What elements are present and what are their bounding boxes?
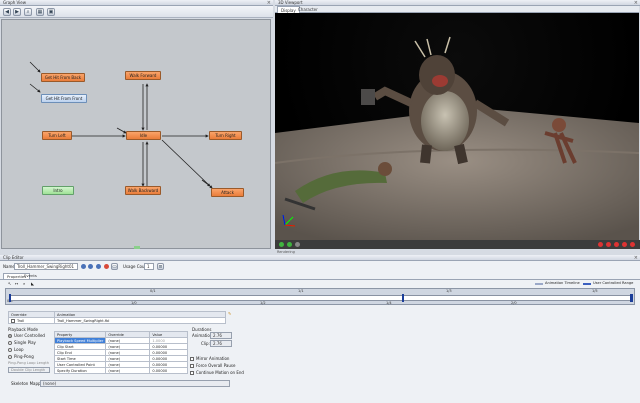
node-turn-left[interactable]: Turn Left [42, 131, 72, 140]
next-icon[interactable] [88, 264, 93, 269]
playback-option-user-controlled[interactable]: User Controlled [8, 333, 45, 338]
clip-range-icon[interactable]: ◣ [31, 281, 34, 286]
radio-icon[interactable] [8, 334, 12, 338]
viewport-title: 3D Viewport [278, 0, 303, 5]
skeleton-mapping-field[interactable]: (none) [40, 380, 230, 387]
refresh-icon[interactable] [287, 242, 292, 247]
property-value[interactable]: 0.00000 [149, 367, 188, 374]
record-icon[interactable] [598, 242, 603, 247]
playback-mode-title: Playback Mode [8, 327, 39, 332]
mirror-animation-checkbox[interactable] [190, 357, 194, 361]
graph-view-title: Graph View [3, 0, 27, 5]
3d-scene[interactable] [275, 13, 639, 240]
overrides-table: Override Animation Troll Troll_Hammer_Sw… [8, 311, 226, 324]
durations-title: Durations [192, 327, 212, 332]
animation-timeline-legend: Animation Timeline [545, 281, 580, 285]
animation-timeline-swatch [535, 283, 543, 285]
playback-option-single-play[interactable]: Single Play [8, 340, 36, 345]
node-turn-right[interactable]: Turn Right [209, 131, 242, 140]
overrides-row-override[interactable]: Troll [8, 317, 55, 324]
back-icon[interactable]: ◀ [3, 8, 11, 16]
mirror-animation-label: Mirror Animation [196, 356, 230, 361]
playback-option-ping-pong[interactable]: Ping-Pong [8, 354, 34, 359]
duration-clip-label: Clip: [201, 341, 210, 346]
tick-label: 1/1 [298, 289, 304, 293]
overrides-row-animation[interactable]: Troll_Hammer_SwingRight.fbl [54, 317, 226, 324]
stop-icon[interactable] [295, 242, 300, 247]
tab-divider [0, 279, 640, 280]
force-overall-pause-checkbox[interactable] [190, 364, 194, 368]
tick-label: 1/0 [131, 301, 137, 305]
ping-pong-length-label: Ping-Pong Loop Length [8, 361, 50, 365]
timeline-end-marker[interactable] [630, 294, 633, 302]
property-override[interactable]: (none) [105, 367, 151, 374]
clip-name-field[interactable]: Troll_Hammer_SwingRight01 [14, 263, 78, 270]
scene-render [275, 36, 639, 240]
open-clip-icon[interactable] [96, 264, 101, 269]
tick-label: 0/1 [150, 289, 156, 293]
state-graph-canvas[interactable]: Get Hit From Back Get Hit From Front Wal… [1, 19, 271, 249]
node-idle[interactable]: Idle [126, 131, 161, 140]
node-walk-backward[interactable]: Walk Backward [125, 186, 161, 195]
tick-label: 1/5 [592, 289, 598, 293]
pointer-icon[interactable]: ↖ [8, 281, 11, 286]
radio-icon[interactable] [8, 355, 12, 359]
playhead-marker[interactable] [402, 294, 404, 302]
previous-icon[interactable] [81, 264, 86, 269]
camera-icon[interactable] [630, 242, 635, 247]
resize-grip-icon[interactable] [134, 246, 140, 249]
radio-icon[interactable] [8, 348, 12, 352]
move-icon[interactable]: ↔ [15, 281, 18, 286]
tick-label: 1/4 [386, 301, 392, 305]
properties-table: Property Override Value Playback Speed M… [53, 331, 188, 374]
zoom-icon[interactable]: ⌕ [24, 8, 32, 16]
tick-label: 1/3 [446, 289, 452, 293]
property-name[interactable]: Specify Duration [53, 367, 107, 374]
node-get-hit-from-back[interactable]: Get Hit From Back [41, 73, 85, 82]
tick-label: 2/0 [511, 301, 517, 305]
tick-label: 1/2 [260, 301, 266, 305]
list-icon[interactable]: ≡ [157, 263, 164, 270]
save-icon[interactable]: ▣ [47, 8, 55, 16]
edit-override-icon[interactable]: ✎ [228, 311, 231, 316]
node-walk-forward[interactable]: Walk Forward [125, 71, 161, 80]
duration-clip-field: 2.76 [210, 340, 232, 347]
zoom-icon[interactable]: ⌕ [23, 281, 25, 286]
graph-toolbar: ◀ ▶ ⌕ ▦ ▣ [0, 6, 273, 18]
continue-motion-checkbox[interactable] [190, 371, 194, 375]
node-get-hit-from-front[interactable]: Get Hit From Front [41, 94, 87, 103]
table-row[interactable]: Specify Duration (none) 0.00000 [53, 367, 188, 374]
continue-motion-label: Continue Motion on End [196, 370, 244, 375]
tab-character[interactable]: Character [295, 6, 321, 13]
clip-editor-title: Clip Editor [3, 255, 24, 260]
delete-clip-icon[interactable] [104, 264, 109, 269]
viewport-controls-bar [275, 240, 640, 249]
override-checkbox[interactable] [11, 318, 15, 323]
play-icon[interactable] [279, 242, 284, 247]
copy-icon[interactable]: ▭ [111, 263, 118, 270]
playback-option-loop[interactable]: Loop [8, 347, 24, 352]
user-range-legend: User Controlled Range [593, 281, 634, 285]
usage-count-field: 1 [144, 263, 154, 270]
user-range-swatch [583, 283, 591, 285]
animation-timeline[interactable]: 0/0 0/1 1/0 1/1 1/2 1/3 1/4 1/5 2/0 [5, 288, 635, 305]
timeline-track[interactable] [9, 294, 633, 302]
ping-pong-length-select[interactable]: Double Clip Length [8, 367, 50, 373]
timeline-start-marker[interactable] [9, 294, 11, 302]
force-overall-pause-label: Force Overall Pause [196, 363, 236, 368]
settings-icon[interactable] [622, 242, 627, 247]
node-attack[interactable]: Attack [211, 188, 244, 197]
forward-icon[interactable]: ▶ [13, 8, 21, 16]
duration-animation-field: 2.76 [210, 332, 232, 339]
grid-icon[interactable]: ▦ [36, 8, 44, 16]
fullscreen-icon[interactable] [614, 242, 619, 247]
viewport-tabs: Display Character [275, 6, 639, 13]
radio-icon[interactable] [8, 341, 12, 345]
pause-icon[interactable] [606, 242, 611, 247]
node-intro[interactable]: Intro [42, 186, 74, 195]
